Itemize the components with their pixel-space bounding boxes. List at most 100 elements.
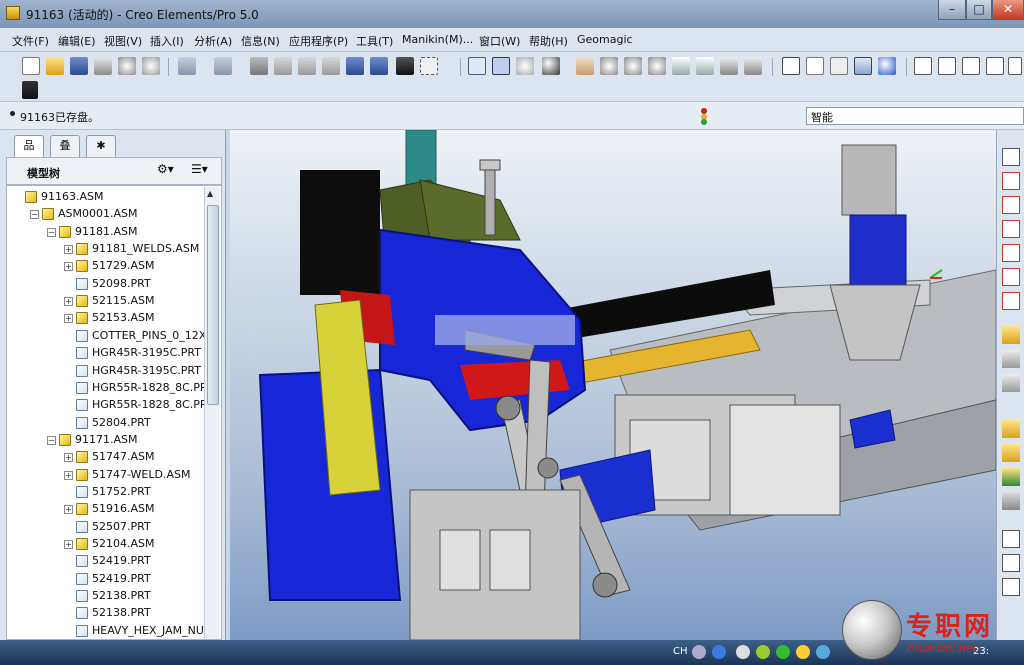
tree-item[interactable]: HGR55R-1828_8C.PRT (7, 397, 213, 414)
repeat-component-icon[interactable] (1002, 374, 1020, 392)
context-help-icon[interactable] (22, 81, 38, 99)
datum-display-icon[interactable] (492, 57, 510, 75)
datum-axes-icon[interactable] (938, 57, 956, 75)
tree-item[interactable]: − 91171.ASM (7, 432, 203, 449)
expand-icon[interactable]: + (64, 314, 73, 324)
send-mail-icon[interactable] (118, 57, 136, 75)
tab-model-tree[interactable]: 品 (14, 135, 44, 157)
expand-icon[interactable]: + (64, 505, 73, 515)
tray-battery-icon[interactable] (756, 645, 770, 659)
csys-tool-icon[interactable] (1002, 268, 1020, 286)
spin-center-toggle-icon[interactable] (1008, 57, 1022, 75)
tree-settings-button[interactable]: ⚙▾ (157, 162, 183, 180)
tree-item[interactable]: +91181_WELDS.ASM (7, 241, 203, 258)
tree-item[interactable]: +52115.ASM (7, 293, 203, 310)
tree-scrollbar[interactable]: ▲ (204, 187, 220, 639)
collapse-icon[interactable]: − (47, 435, 56, 445)
tree-item[interactable]: HGR55R-1828_8C.PRT (7, 380, 213, 397)
menu-analysis[interactable]: 分析(A) (194, 33, 232, 49)
menu-view[interactable]: 视图(V) (104, 33, 142, 49)
sketch-curve-tool-icon[interactable] (1002, 220, 1020, 238)
tray-help-icon[interactable] (712, 645, 726, 659)
tree-item[interactable]: 52507.PRT (7, 519, 203, 536)
tree-item[interactable]: − 91181.ASM (7, 224, 203, 241)
datum-plane-tool-icon[interactable] (1002, 148, 1020, 166)
datum-planes-icon[interactable] (914, 57, 932, 75)
tree-item[interactable]: 52098.PRT (7, 276, 203, 293)
pattern-icon[interactable] (1002, 468, 1020, 486)
tree-item[interactable]: 52804.PRT (7, 415, 203, 432)
assemble-icon[interactable] (1002, 326, 1020, 344)
tree-item[interactable]: 52138.PRT (7, 605, 203, 622)
collapse-icon[interactable]: − (47, 227, 56, 237)
open-folder-icon[interactable] (46, 57, 64, 75)
expand-icon[interactable]: + (64, 262, 73, 272)
layers-icon[interactable] (720, 57, 738, 75)
tree-item[interactable]: +52153.ASM (7, 310, 203, 327)
menu-help[interactable]: 帮助(H) (529, 33, 568, 49)
tree-item[interactable]: 52419.PRT (7, 553, 203, 570)
tree-item[interactable]: HEAVY_HEX_JAM_NUT (7, 623, 211, 639)
create-component-icon[interactable] (1002, 350, 1020, 368)
tree-item[interactable]: +51747.ASM (7, 449, 203, 466)
cable-icon[interactable] (1002, 554, 1020, 572)
expand-icon[interactable]: + (64, 245, 73, 255)
collapse-icon[interactable]: − (30, 210, 39, 220)
tree-item[interactable]: COTTER_PINS_0_12X0_ (7, 328, 219, 345)
tree-item[interactable]: − ASM0001.ASM (7, 206, 203, 223)
menu-geomagic[interactable]: Geomagic (577, 33, 633, 46)
expand-icon[interactable]: + (64, 470, 73, 480)
redo-icon[interactable] (214, 57, 232, 75)
select-box-icon[interactable] (420, 57, 438, 75)
tab-folder-browser[interactable]: 叠 (50, 135, 80, 157)
mail-link-icon[interactable] (142, 57, 160, 75)
mirror-component-icon[interactable] (1002, 444, 1020, 462)
tree-item[interactable]: +52104.ASM (7, 536, 203, 553)
cut-icon[interactable] (250, 57, 268, 75)
pan-hand-icon[interactable] (576, 57, 594, 75)
tab-favorites[interactable]: ✱ (86, 135, 116, 157)
sketch-view-icon[interactable] (468, 57, 486, 75)
datum-axis-tool-icon[interactable] (1002, 172, 1020, 190)
tray-update-icon[interactable] (796, 645, 810, 659)
new-file-icon[interactable] (22, 57, 40, 75)
tree-item[interactable]: 52138.PRT (7, 588, 203, 605)
copy-icon[interactable] (274, 57, 292, 75)
menu-insert[interactable]: 插入(I) (150, 33, 184, 49)
wireframe-icon[interactable] (782, 57, 800, 75)
saved-views-icon[interactable] (696, 57, 714, 75)
package-icon[interactable] (1002, 420, 1020, 438)
paste-special-icon[interactable] (322, 57, 340, 75)
find-icon[interactable] (396, 57, 414, 75)
print-icon[interactable] (94, 57, 112, 75)
expand-icon[interactable]: + (64, 297, 73, 307)
enhanced-realism-icon[interactable] (878, 57, 896, 75)
close-button[interactable]: ✕ (992, 0, 1024, 20)
menu-edit[interactable]: 编辑(E) (58, 33, 96, 49)
spin-center-icon[interactable] (516, 57, 534, 75)
zoom-out-icon[interactable] (624, 57, 642, 75)
refit-icon[interactable] (648, 57, 666, 75)
tree-item[interactable]: +51747-WELD.ASM (7, 467, 203, 484)
tray-sync-icon[interactable] (816, 645, 830, 659)
tree-item[interactable]: HGR45R-3195C.PRT (7, 345, 203, 362)
tray-keyboard-icon[interactable] (692, 645, 706, 659)
tree-item[interactable]: HGR45R-3195C.PRT (7, 363, 203, 380)
flexible-icon[interactable] (1002, 530, 1020, 548)
analysis-tool-icon[interactable] (1002, 292, 1020, 310)
selection-filter-select[interactable]: 智能 (806, 107, 1024, 125)
menu-manikin[interactable]: Manikin(M)... (402, 33, 473, 46)
scroll-up-icon[interactable]: ▲ (207, 189, 213, 198)
reorient-icon[interactable] (672, 57, 690, 75)
menu-applications[interactable]: 应用程序(P) (289, 33, 348, 49)
tray-network-icon[interactable] (736, 645, 750, 659)
expand-icon[interactable]: + (64, 453, 73, 463)
exploded-view-icon[interactable] (1002, 492, 1020, 510)
view-manager-icon[interactable] (744, 57, 762, 75)
menu-window[interactable]: 窗口(W) (479, 33, 520, 49)
undo-icon[interactable] (178, 57, 196, 75)
tree-item[interactable]: 91163.ASM (7, 189, 203, 206)
datum-point-tool-icon[interactable] (1002, 244, 1020, 262)
language-indicator[interactable]: CH (673, 646, 688, 657)
menu-tools[interactable]: 工具(T) (356, 33, 393, 49)
